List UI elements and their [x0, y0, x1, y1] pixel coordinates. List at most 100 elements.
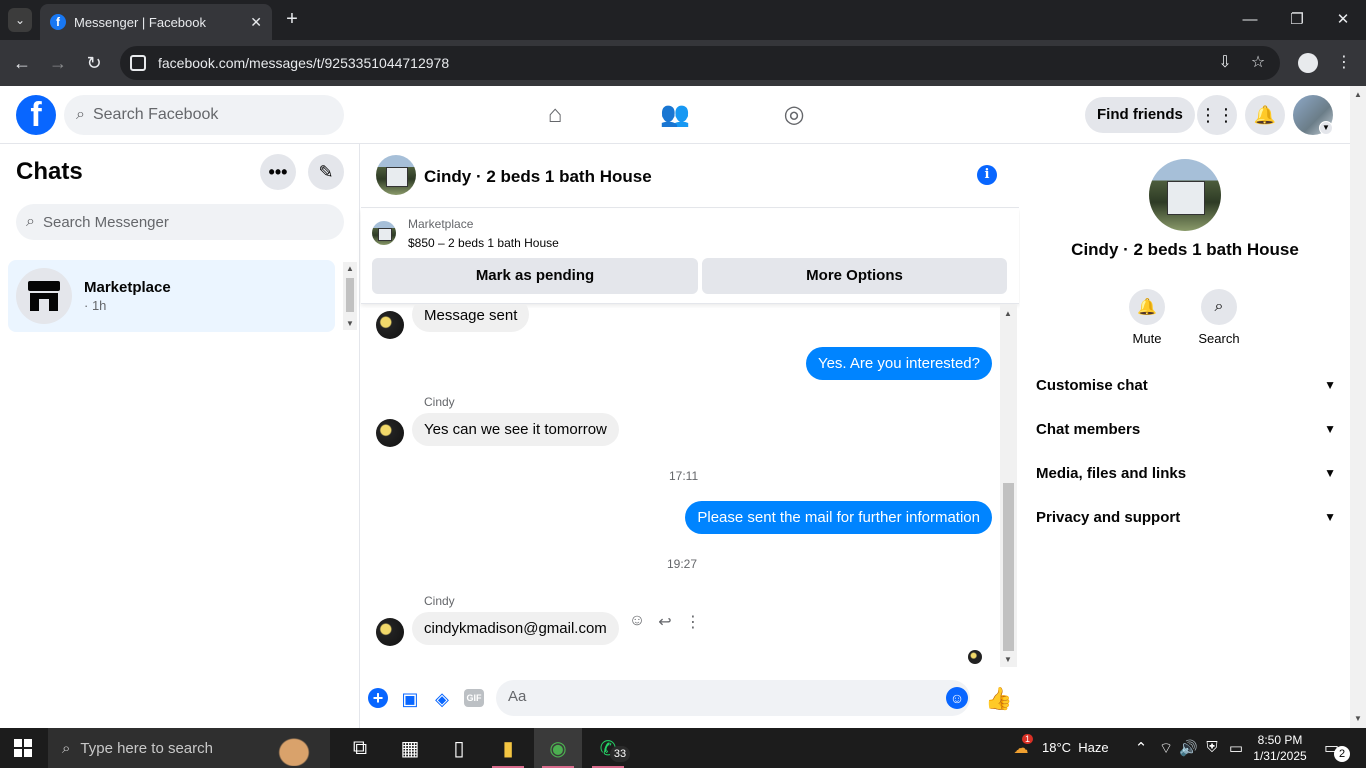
notifications-bell-icon[interactable]: 🔔 [1245, 95, 1285, 135]
volume-icon[interactable]: 🔊 [1179, 739, 1198, 757]
message-bubble-incoming[interactable]: Yes can we see it tomorrow [412, 413, 619, 446]
chat-name: Marketplace [84, 279, 171, 296]
browser-profile-icon[interactable] [1298, 53, 1318, 73]
system-clock[interactable]: 8:50 PM 1/31/2025 [1248, 732, 1312, 764]
marketplace-store-icon [16, 268, 72, 324]
windows-start-icon[interactable] [14, 739, 32, 757]
find-friends-button[interactable]: Find friends [1085, 97, 1195, 133]
facebook-search-input[interactable] [92, 106, 313, 124]
more-options-button[interactable]: More Options [702, 258, 1007, 294]
chat-list-scrollbar[interactable]: ▲ ▼ [343, 262, 357, 330]
address-bar[interactable]: facebook.com/messages/t/9253351044712978 [120, 46, 1280, 80]
bell-icon[interactable]: 🔔 [1129, 289, 1165, 325]
message-input-box[interactable]: ☺ [496, 680, 970, 716]
browser-tab[interactable]: f Messenger | Facebook ✕ [40, 4, 272, 40]
new-message-button[interactable]: ✎ [308, 154, 344, 190]
window-close-button[interactable]: ✕ [1331, 8, 1355, 32]
listing-title[interactable]: $850 – 2 beds 1 bath House [408, 236, 559, 250]
conversation-title[interactable]: Cindy · 2 beds 1 bath House [424, 167, 652, 187]
profile-avatar[interactable] [1149, 159, 1221, 231]
taskbar-search-input[interactable] [80, 739, 281, 757]
message-input[interactable] [508, 688, 928, 705]
chrome-icon[interactable]: ◉ [534, 728, 582, 768]
security-icon[interactable]: ⛨ [1203, 739, 1221, 756]
message-scrollbar[interactable]: ▲ ▼ [1000, 305, 1017, 667]
page-scrollbar[interactable]: ▲ ▼ [1350, 86, 1366, 728]
section-chat-members[interactable]: Chat members ▼ [1036, 407, 1336, 451]
minimize-button[interactable]: — [1238, 8, 1262, 32]
battery-icon[interactable]: ▭ [1227, 739, 1245, 757]
browser-tab-bar: ⌄ f Messenger | Facebook ✕ + — ❐ ✕ [0, 0, 1366, 40]
section-customise-chat[interactable]: Customise chat ▼ [1036, 363, 1336, 407]
chat-time: · 1h [84, 298, 107, 313]
info-icon[interactable]: i [977, 165, 997, 185]
messenger-search-input[interactable] [42, 213, 323, 231]
search-action[interactable]: ⌕ Search [1189, 289, 1249, 346]
url-text[interactable]: facebook.com/messages/t/9253351044712978 [158, 55, 449, 71]
sticker-icon[interactable]: ◈ [431, 688, 453, 710]
message-composer: + ▣ ◈ GIF ☺ 👍 [361, 672, 1019, 728]
section-privacy-support[interactable]: Privacy and support ▼ [1036, 495, 1336, 539]
microsoft-store-icon[interactable]: ▦ [386, 728, 434, 768]
facebook-search[interactable]: ⌕ [64, 95, 344, 135]
sender-avatar[interactable] [376, 419, 404, 447]
chat-list-item[interactable]: Marketplace · 1h [8, 260, 335, 332]
show-hidden-icons-chevron-icon[interactable]: ⌃ [1132, 739, 1150, 757]
more-actions-icon[interactable]: ⋮ [683, 612, 703, 632]
facebook-logo-icon[interactable]: f [16, 95, 56, 135]
task-view-icon[interactable]: ⧉ [336, 728, 384, 768]
notepad-icon[interactable]: ▯ [435, 728, 483, 768]
account-chevron-down-icon[interactable]: ▼ [1319, 121, 1333, 135]
reply-icon[interactable]: ↩ [655, 612, 675, 632]
windows-taskbar: ⌕ ⧉ ▦ ▯ ▮ ◉ ✆ 33 ☁ 1 18°C Haze ⌃ ⌔ 🔊 ⛨ ▭… [0, 728, 1366, 768]
message-bubble-outgoing[interactable]: Please sent the mail for further informa… [685, 501, 992, 534]
marketplace-listing-bar: Marketplace $850 – 2 beds 1 bath House M… [361, 209, 1019, 304]
groups-icon[interactable]: ◎ [779, 100, 809, 130]
new-tab-button[interactable]: + [282, 8, 302, 32]
file-explorer-icon[interactable]: ▮ [484, 728, 532, 768]
plus-icon[interactable]: + [368, 688, 388, 708]
mark-as-pending-button[interactable]: Mark as pending [372, 258, 698, 294]
sender-avatar[interactable] [376, 618, 404, 646]
conversation-avatar[interactable] [376, 155, 416, 195]
install-app-icon[interactable]: ⇩ [1214, 52, 1236, 72]
bookmark-star-icon[interactable]: ☆ [1247, 52, 1269, 72]
messenger-search[interactable]: ⌕ [16, 204, 344, 240]
friends-icon[interactable]: 👥 [660, 100, 690, 130]
notification-count-badge: 2 [1334, 746, 1350, 762]
mute-action[interactable]: 🔔 Mute [1117, 289, 1177, 346]
search-icon[interactable]: ⌕ [1201, 289, 1237, 325]
home-icon[interactable]: ⌂ [540, 100, 570, 130]
thumbs-up-icon[interactable]: 👍 [985, 686, 1012, 712]
message-bubble-incoming[interactable]: cindykmadison@gmail.com [412, 612, 619, 645]
facebook-favicon-icon: f [50, 14, 66, 30]
seen-avatar [968, 650, 982, 664]
emoji-icon[interactable]: ☺ [946, 687, 968, 709]
weather-text[interactable]: 18°C Haze [1042, 740, 1109, 755]
message-bubble-incoming[interactable]: Message sent [412, 305, 530, 332]
network-icon[interactable]: ⌔ [1157, 739, 1175, 758]
gif-icon[interactable]: GIF [464, 689, 484, 707]
sender-name: Cindy [424, 594, 455, 608]
chats-options-button[interactable]: ••• [260, 154, 296, 190]
reload-icon[interactable]: ↻ [82, 51, 106, 75]
tab-close-button[interactable]: ✕ [250, 14, 262, 31]
marketplace-label: Marketplace [408, 217, 474, 231]
photo-icon[interactable]: ▣ [399, 688, 421, 710]
menu-grid-icon[interactable]: ⋮⋮ [1197, 95, 1237, 135]
message-bubble-outgoing[interactable]: Yes. Are you interested? [805, 347, 992, 380]
conversation-info-panel: Cindy · 2 beds 1 bath House 🔔 Mute ⌕ Sea… [1020, 144, 1350, 728]
site-info-icon[interactable] [130, 55, 146, 71]
listing-thumbnail[interactable] [372, 221, 396, 245]
react-smiley-icon[interactable]: ☺ [627, 612, 647, 630]
tab-title: Messenger | Facebook [74, 14, 206, 30]
search-highlight-icon[interactable] [272, 732, 316, 766]
forward-icon[interactable]: → [46, 51, 70, 75]
browser-menu-icon[interactable]: ⋮ [1336, 52, 1352, 72]
back-icon[interactable]: ← [10, 51, 34, 75]
section-media-files-links[interactable]: Media, files and links ▼ [1036, 451, 1336, 495]
tab-search-button[interactable]: ⌄ [8, 8, 32, 32]
restore-button[interactable]: ❐ [1285, 8, 1309, 32]
sender-avatar[interactable] [376, 311, 404, 339]
chevron-down-icon: ▼ [1324, 422, 1336, 436]
